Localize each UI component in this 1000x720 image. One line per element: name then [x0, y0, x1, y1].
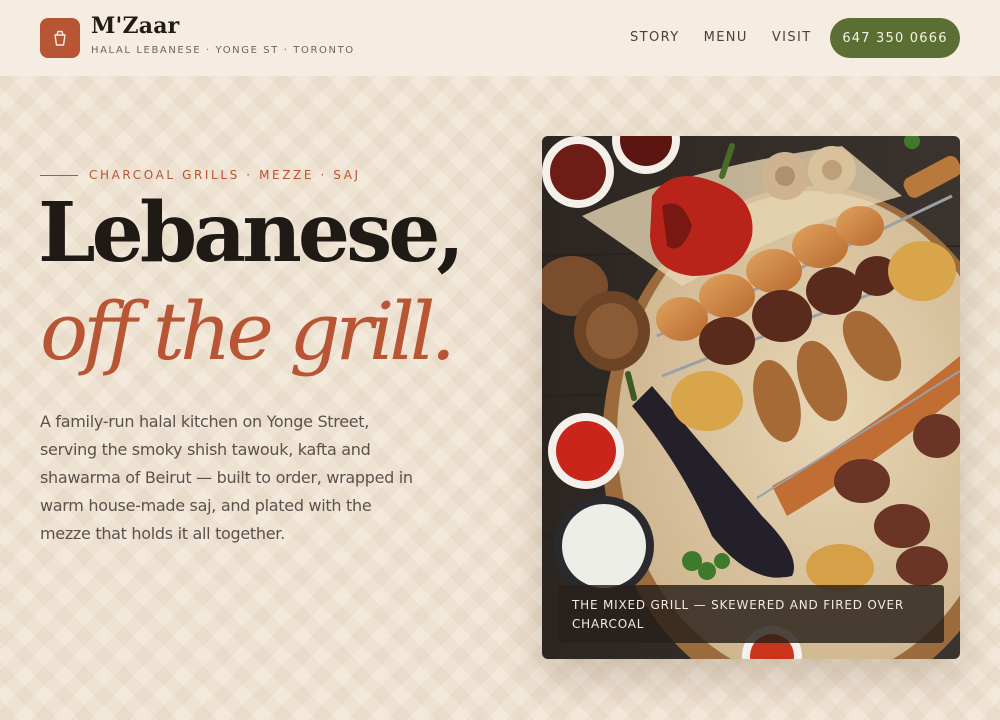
hero-photo — [542, 136, 960, 659]
phone-button[interactable]: 647 350 0666 — [830, 18, 960, 58]
hero-headline-line2: off the grill. — [40, 285, 456, 378]
eyebrow-divider — [40, 175, 78, 176]
takeout-box-icon — [54, 30, 66, 46]
nav-menu-link[interactable]: MENU — [704, 30, 748, 45]
brand-name[interactable]: M'Zaar — [91, 13, 179, 39]
site-header: M'Zaar HALAL LEBANESE · YONGE ST · TORON… — [0, 0, 1000, 76]
logo[interactable] — [40, 18, 80, 58]
mixed-grill-illustration — [542, 136, 960, 659]
photo-caption: THE MIXED GRILL — SKEWERED AND FIRED OVE… — [558, 585, 944, 643]
nav-visit-link[interactable]: VISIT — [772, 30, 812, 45]
hero-eyebrow: CHARCOAL GRILLS · MEZZE · SAJ — [89, 168, 361, 182]
nav-story-link[interactable]: STORY — [630, 30, 680, 45]
main-nav: STORY MENU VISIT — [630, 30, 836, 45]
hero-intro: A family-run halal kitchen on Yonge Stre… — [40, 412, 413, 543]
brand-tagline: HALAL LEBANESE · YONGE ST · TORONTO — [91, 45, 355, 56]
hero-headline-line1: Lebanese, — [38, 185, 465, 281]
